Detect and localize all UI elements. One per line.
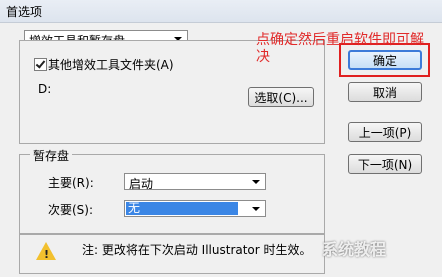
scratch-disks-panel [19,154,325,234]
restart-note: 注: 更改将在下次启动 Illustrator 时生效。 [82,243,312,257]
primary-scratch-value: 启动 [129,177,154,191]
plugins-folder-path: D: [38,82,52,96]
annotation-text: 点确定然后重启软件即可解决 [256,32,424,65]
title-bar: 首选项 [0,0,442,23]
watermark: 系统教程 [322,240,387,259]
next-button[interactable]: 下一项(N) [348,154,422,174]
check-icon [35,58,46,69]
secondary-scratch-label: 次要(S): [48,203,94,217]
plugins-folder-checkbox[interactable] [34,58,47,71]
primary-scratch-label: 主要(R): [48,176,94,190]
previous-button[interactable]: 上一项(P) [348,122,422,142]
choose-folder-button[interactable]: 选取(C)... [248,87,314,107]
cancel-button[interactable]: 取消 [348,82,422,102]
warning-exclamation: ! [44,248,50,261]
secondary-scratch-value: 无 [126,202,238,215]
secondary-scratch-select[interactable]: 无 [124,200,266,217]
scratch-disks-legend: 暂存盘 [30,147,73,164]
window-title: 首选项 [6,5,43,19]
chevron-down-icon [252,180,260,184]
plugins-folder-label: 其他增效工具文件夹(A) [48,58,174,72]
primary-scratch-select[interactable]: 启动 [124,173,266,191]
chevron-down-icon [252,207,260,211]
